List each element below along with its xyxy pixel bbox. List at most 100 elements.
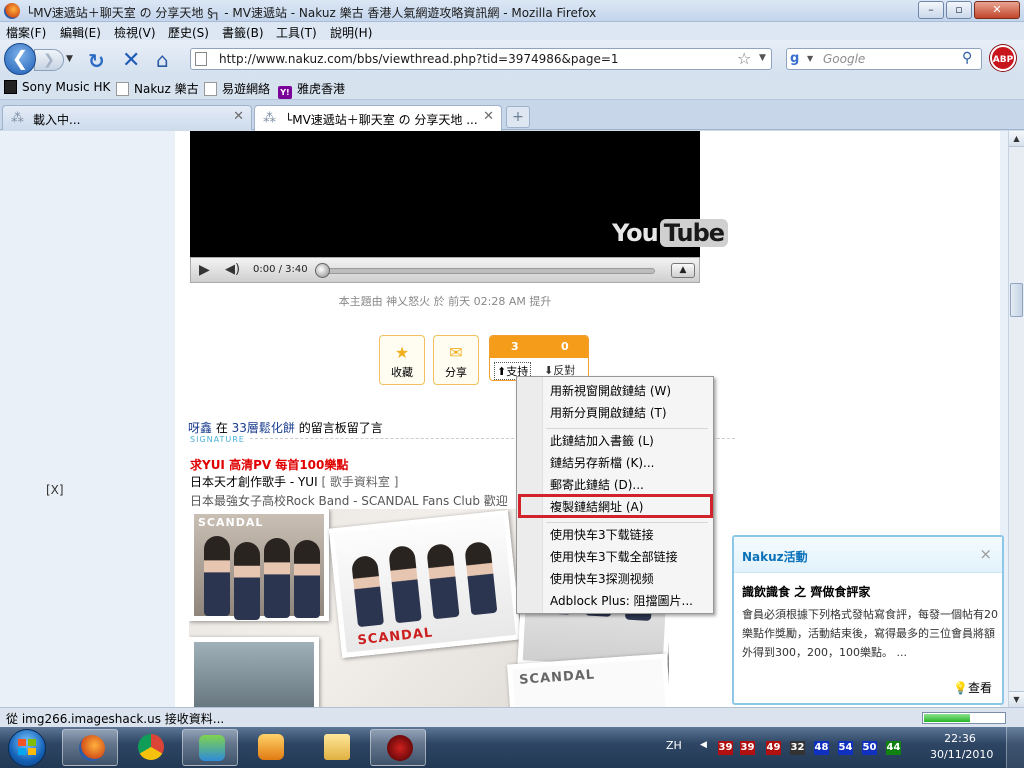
language-indicator[interactable]: ZH xyxy=(666,739,682,752)
tray-number-icon[interactable]: 50 xyxy=(862,741,877,755)
maximize-button[interactable]: ▫ xyxy=(946,1,972,19)
menu-edit[interactable]: 編輯(E) xyxy=(60,24,101,41)
taskbar-explorer[interactable] xyxy=(308,729,364,766)
taskbar-firefox[interactable] xyxy=(62,729,118,766)
oppose-count: 0 xyxy=(561,340,569,353)
close-window-button[interactable]: ✕ xyxy=(974,1,1020,19)
seek-handle[interactable] xyxy=(315,263,330,278)
person-silhouette xyxy=(387,544,422,624)
vertical-scrollbar[interactable]: ▲ ▼ xyxy=(1008,131,1024,707)
seek-bar[interactable] xyxy=(321,268,655,274)
clock-date[interactable]: 30/11/2010 xyxy=(930,748,993,761)
menu-bookmark-link[interactable]: 此鏈結加入書籤 (L) xyxy=(550,432,654,449)
start-button[interactable] xyxy=(2,728,52,768)
bookmark-nakuz[interactable]: Nakuz 樂古 xyxy=(116,80,199,97)
scroll-up-icon[interactable]: ▲ xyxy=(1009,131,1024,147)
yahoo-icon: Y! xyxy=(278,86,292,99)
bookmark-sony-music[interactable]: Sony Music HK xyxy=(4,80,110,94)
status-bar: 從 img266.imageshack.us 接收資料... xyxy=(0,707,1024,727)
search-input[interactable]: Google xyxy=(823,52,865,66)
menu-adblock-block-image[interactable]: Adblock Plus: 阻擋圖片... xyxy=(550,592,693,609)
menu-file[interactable]: 檔案(F) xyxy=(6,24,46,41)
menu-flashget-detect-video[interactable]: 使用快车3探测视频 xyxy=(550,570,654,587)
volume-icon[interactable]: ◀) xyxy=(225,262,240,277)
signature-link-yui-pv[interactable]: 求YUI 高清PV 每首100樂點 xyxy=(190,456,348,473)
person-silhouette xyxy=(264,538,290,618)
minimize-button[interactable]: – xyxy=(918,1,944,19)
scroll-thumb[interactable] xyxy=(1010,283,1023,317)
share-button[interactable]: ✉ 分享 xyxy=(433,335,479,385)
menu-open-link-new-tab[interactable]: 用新分頁開啟鏈結 (T) xyxy=(550,404,667,421)
url-text[interactable]: http://www.nakuz.com/bbs/viewthread.php?… xyxy=(219,52,619,66)
tab-loading[interactable]: ⁂ 載入中... ✕ xyxy=(2,105,252,130)
chrome-icon xyxy=(138,734,164,760)
back-button[interactable]: ❮ xyxy=(4,43,36,75)
menu-help[interactable]: 說明(H) xyxy=(330,24,372,41)
tab-mv-thread[interactable]: ⁂ └MV速遞站＋聊天室 の 分享天地 ... ✕ xyxy=(254,105,502,131)
popup-close-icon[interactable]: × xyxy=(979,545,992,563)
close-ad-link[interactable]: [X] xyxy=(46,483,64,497)
tab-bar: ⁂ 載入中... ✕ ⁂ └MV速遞站＋聊天室 の 分享天地 ... ✕ + xyxy=(0,100,1024,131)
menu-flashget-download-all[interactable]: 使用快车3下载全部链接 xyxy=(550,548,678,565)
menu-save-link-as[interactable]: 鏈結另存新檔 (K)... xyxy=(550,454,655,471)
tray-number-icon[interactable]: 54 xyxy=(838,741,853,755)
tab-close-icon[interactable]: ✕ xyxy=(483,109,494,124)
menu-tools[interactable]: 工具(T) xyxy=(276,24,317,41)
url-dropdown-icon[interactable]: ▼ xyxy=(759,53,766,63)
youtube-logo[interactable]: You Tube xyxy=(612,219,729,247)
menu-flashget-download-link[interactable]: 使用快车3下载链接 xyxy=(550,526,654,543)
bookmark-star-icon[interactable]: ☆ xyxy=(737,49,751,68)
messenger-icon xyxy=(199,735,225,761)
photo-collage-left: SCANDAL xyxy=(189,509,329,621)
bookmarks-toolbar: Sony Music HK Nakuz 樂古 易遊網絡 Y! 雅虎香港 xyxy=(0,76,1024,100)
artist-data-link[interactable]: [ 歌手資料室 ] xyxy=(318,475,398,489)
bookmark-yahoo-hk[interactable]: Y! 雅虎香港 xyxy=(278,80,345,99)
tray-number-icon[interactable]: 49 xyxy=(766,741,781,755)
menu-open-link-new-window[interactable]: 用新視窗開啟鏈結 (W) xyxy=(550,382,671,399)
comment-user-link[interactable]: 呀鑫 xyxy=(188,421,212,435)
menu-history[interactable]: 歷史(S) xyxy=(168,24,209,41)
signature-line-scandal[interactable]: 日本最強女子高校Rock Band - SCANDAL Fans Club 歡迎 xyxy=(190,492,508,509)
tab-close-icon[interactable]: ✕ xyxy=(233,109,244,124)
yui-link[interactable]: 日本天才創作歌手 - YUI xyxy=(190,475,318,489)
photo-label: SCANDAL xyxy=(518,667,596,688)
status-text: 從 img266.imageshack.us 接收資料... xyxy=(6,712,225,726)
scroll-down-icon[interactable]: ▼ xyxy=(1009,691,1024,707)
menu-separator xyxy=(546,522,708,523)
google-icon[interactable]: g xyxy=(790,51,806,67)
fullscreen-icon[interactable]: ▲ xyxy=(671,263,695,278)
menu-view[interactable]: 檢視(V) xyxy=(114,24,156,41)
tray-number-icon[interactable]: 39 xyxy=(740,741,755,755)
url-bar[interactable]: http://www.nakuz.com/bbs/viewthread.php?… xyxy=(190,48,772,70)
star-icon: ★ xyxy=(394,343,410,362)
reload-button[interactable]: ↻ xyxy=(88,49,105,73)
bookmark-easy-travel[interactable]: 易遊網絡 xyxy=(204,80,270,97)
stop-button[interactable]: ✕ xyxy=(122,48,140,73)
favorite-button[interactable]: ★ 收藏 xyxy=(379,335,425,385)
comment-target-link[interactable]: 33層鬆化餅 xyxy=(232,421,295,435)
tray-number-icon[interactable]: 44 xyxy=(886,741,901,755)
taskbar-game[interactable] xyxy=(370,729,426,766)
taskbar-messenger[interactable] xyxy=(182,729,238,766)
search-bar[interactable]: g ▼ Google ⚲ xyxy=(786,48,982,70)
search-engine-dropdown-icon[interactable]: ▼ xyxy=(807,54,813,63)
search-icon[interactable]: ⚲ xyxy=(962,50,972,66)
clock-time[interactable]: 22:36 xyxy=(930,732,990,745)
menu-email-link[interactable]: 郵寄此鏈結 (D)... xyxy=(550,476,644,493)
adblock-plus-icon[interactable]: ABP xyxy=(990,45,1016,71)
tray-number-icon[interactable]: 32 xyxy=(790,741,805,755)
menu-bookmarks[interactable]: 書籤(B) xyxy=(222,24,264,41)
tray-number-icon[interactable]: 48 xyxy=(814,741,829,755)
taskbar-chrome[interactable] xyxy=(122,729,178,766)
popup-view-link[interactable]: 💡查看 xyxy=(953,679,992,696)
popup-subtitle[interactable]: 識飲識食 之 齊做食評家 xyxy=(742,583,870,600)
history-dropdown-icon[interactable]: ▼ xyxy=(66,54,73,64)
tray-number-icon[interactable]: 39 xyxy=(718,741,733,755)
tray-expand-icon[interactable]: ◀ xyxy=(700,740,707,750)
play-icon[interactable]: ▶ xyxy=(199,262,210,278)
show-desktop-button[interactable] xyxy=(1006,727,1024,768)
home-button[interactable]: ⌂ xyxy=(156,48,169,72)
new-tab-button[interactable]: + xyxy=(506,106,530,128)
forward-button[interactable]: ❯ xyxy=(34,49,64,71)
taskbar-media-player[interactable] xyxy=(242,729,298,766)
